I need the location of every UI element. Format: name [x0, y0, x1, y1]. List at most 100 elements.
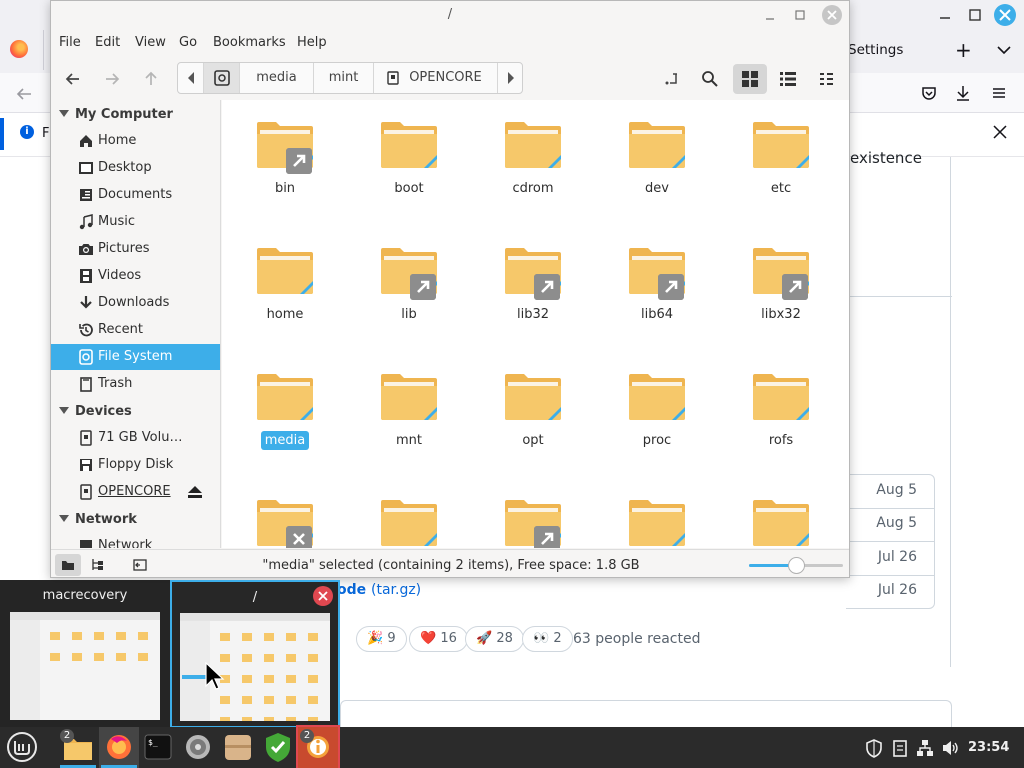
back-button[interactable] [60, 66, 86, 92]
taskbar-archive-manager[interactable] [218, 727, 258, 768]
firefox-maximize-button[interactable] [966, 6, 984, 24]
compact-view-button[interactable] [814, 66, 840, 92]
volume-tray-icon[interactable] [940, 738, 960, 758]
menu-go[interactable]: Go [179, 35, 197, 50]
taskbar-update-manager[interactable] [258, 727, 298, 768]
zoom-slider[interactable] [749, 557, 843, 574]
reaction-rocket[interactable]: 🚀 28 [465, 626, 524, 652]
taskbar-firefox[interactable] [99, 727, 139, 768]
open-terminal-icon[interactable] [659, 66, 685, 92]
taskbar-files[interactable]: 2 [58, 727, 98, 768]
breadcrumb-mint[interactable]: mint [314, 63, 374, 93]
file-item[interactable] [478, 478, 588, 548]
sidebar-item-file-system[interactable]: File System [51, 344, 220, 370]
file-item[interactable]: rofs [726, 352, 836, 452]
firefox-minimize-button[interactable] [936, 6, 954, 24]
sidebar-item-pictures[interactable]: Pictures [51, 236, 220, 262]
zoom-slider-handle[interactable] [788, 557, 805, 574]
reaction-heart[interactable]: ❤️ 16 [409, 626, 468, 652]
menu-bookmarks[interactable]: Bookmarks [213, 35, 286, 50]
file-item[interactable]: proc [602, 352, 712, 452]
file-item[interactable] [726, 478, 836, 548]
sidebar-item-trash[interactable]: Trash [51, 371, 220, 397]
switcher-window-root[interactable]: / [170, 580, 340, 728]
back-arrow-icon[interactable] [14, 84, 34, 104]
mint-menu-button[interactable] [2, 727, 42, 768]
clock[interactable]: 23:54 [968, 740, 1009, 755]
eject-icon[interactable] [187, 485, 203, 499]
file-item[interactable] [602, 478, 712, 548]
breadcrumb-left-arrow[interactable] [178, 63, 204, 93]
pocket-icon[interactable] [918, 82, 940, 104]
sidebar-header-devices[interactable]: Devices [59, 404, 132, 419]
close-button[interactable] [822, 5, 842, 25]
taskbar-disks[interactable] [178, 727, 218, 768]
firefox-logo-icon[interactable] [10, 40, 28, 58]
sidebar-item-floppy[interactable]: Floppy Disk [51, 452, 220, 478]
sidebar-item-videos[interactable]: Videos [51, 263, 220, 289]
sidebar-item-music[interactable]: Music [51, 209, 220, 235]
icon-view-button[interactable] [733, 64, 767, 94]
sidebar-item-downloads[interactable]: Downloads [51, 290, 220, 316]
hamburger-menu-icon[interactable] [988, 82, 1010, 104]
network-tray-icon[interactable] [915, 738, 935, 758]
file-item[interactable]: bin [230, 100, 340, 200]
close-icon[interactable] [990, 122, 1010, 142]
breadcrumb-root[interactable] [204, 63, 240, 93]
switcher-window-macrecovery[interactable]: macrecovery [0, 580, 170, 728]
file-item[interactable]: lib64 [602, 226, 712, 326]
menu-file[interactable]: File [59, 35, 81, 50]
file-item[interactable]: mnt [354, 352, 464, 452]
taskbar-terminal[interactable]: $_ [138, 727, 178, 768]
firefox-close-button[interactable] [994, 4, 1016, 26]
toggle-sidebar-button[interactable] [127, 554, 153, 576]
downloads-icon[interactable] [952, 82, 974, 104]
menu-help[interactable]: Help [297, 35, 327, 50]
sidebar-item-recent[interactable]: Recent [51, 317, 220, 343]
sidebar-item-opencore[interactable]: OPENCORE [51, 479, 220, 505]
reaction-eyes[interactable]: 👀 2 [522, 626, 573, 652]
sidebar-item-network[interactable]: Network [51, 533, 220, 548]
menu-edit[interactable]: Edit [95, 35, 120, 50]
maximize-button[interactable] [793, 8, 807, 22]
forward-button[interactable] [99, 66, 125, 92]
new-tab-button[interactable]: + [955, 38, 972, 62]
file-item[interactable]: libx32 [726, 226, 836, 326]
file-item[interactable] [354, 478, 464, 548]
file-item[interactable]: home [230, 226, 340, 326]
file-item[interactable]: dev [602, 100, 712, 200]
file-item[interactable]: boot [354, 100, 464, 200]
file-item[interactable] [230, 478, 340, 548]
file-item[interactable]: opt [478, 352, 588, 452]
search-icon[interactable] [697, 66, 723, 92]
show-places-button[interactable] [55, 554, 81, 576]
source-code-link[interactable]: ode [337, 582, 366, 598]
up-button[interactable] [138, 66, 164, 92]
file-item[interactable]: etc [726, 100, 836, 200]
sidebar-item-home[interactable]: Home [51, 128, 220, 154]
breadcrumb-right-arrow[interactable] [498, 63, 522, 93]
minimize-button[interactable] [763, 9, 777, 23]
source-code-ext[interactable]: (tar.gz) [371, 582, 421, 598]
file-item[interactable]: lib32 [478, 226, 588, 326]
taskbar-system-reports[interactable]: 2 [296, 725, 340, 768]
file-item[interactable]: cdrom [478, 100, 588, 200]
file-item[interactable]: media [230, 352, 340, 452]
show-treeview-button[interactable] [84, 554, 110, 576]
tab-settings[interactable]: Settings [848, 42, 903, 58]
breadcrumb-opencore[interactable]: OPENCORE [374, 63, 498, 93]
sidebar-item-desktop[interactable]: Desktop [51, 155, 220, 181]
shield-tray-icon[interactable] [864, 738, 884, 758]
file-view[interactable]: bin boot cdrom dev etc home lib lib32 lib64 libx3… [222, 100, 849, 548]
sidebar-header-my-computer[interactable]: My Computer [59, 107, 173, 122]
list-view-button[interactable] [775, 66, 801, 92]
breadcrumb-media[interactable]: media [240, 63, 314, 93]
sidebar-item-documents[interactable]: Documents [51, 182, 220, 208]
sidebar-item-volume[interactable]: 71 GB Volu… [51, 425, 220, 451]
reaction-tada[interactable]: 🎉 9 [356, 626, 407, 652]
sidebar-header-network[interactable]: Network [59, 512, 137, 527]
file-item[interactable]: lib [354, 226, 464, 326]
chevron-down-icon[interactable] [994, 40, 1014, 60]
switcher-close-button[interactable] [313, 586, 333, 606]
menu-view[interactable]: View [135, 35, 166, 50]
